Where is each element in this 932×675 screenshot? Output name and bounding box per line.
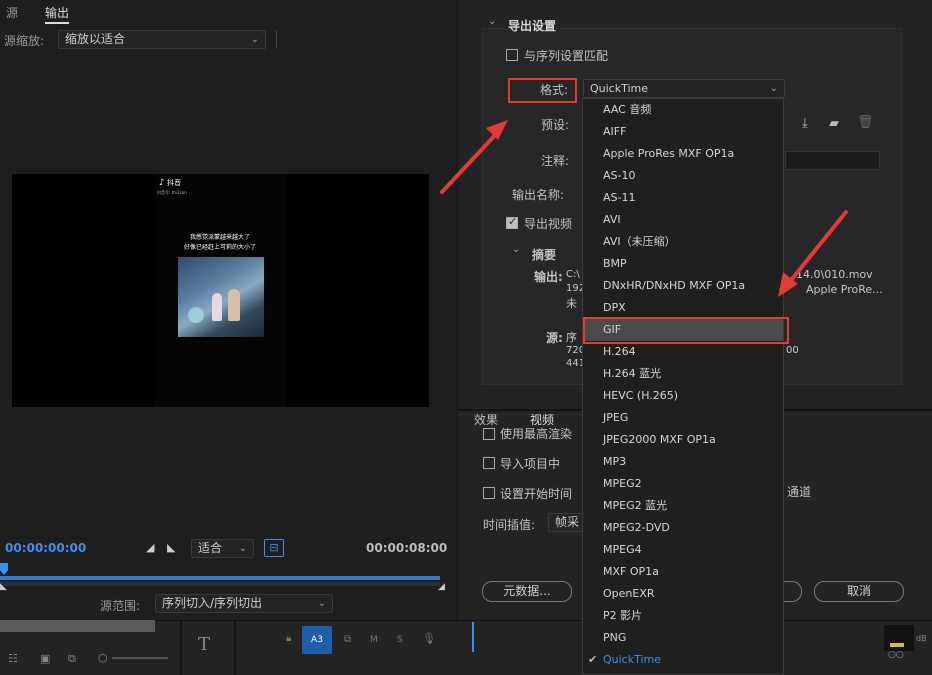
annotation-arrow-icon (440, 120, 848, 297)
